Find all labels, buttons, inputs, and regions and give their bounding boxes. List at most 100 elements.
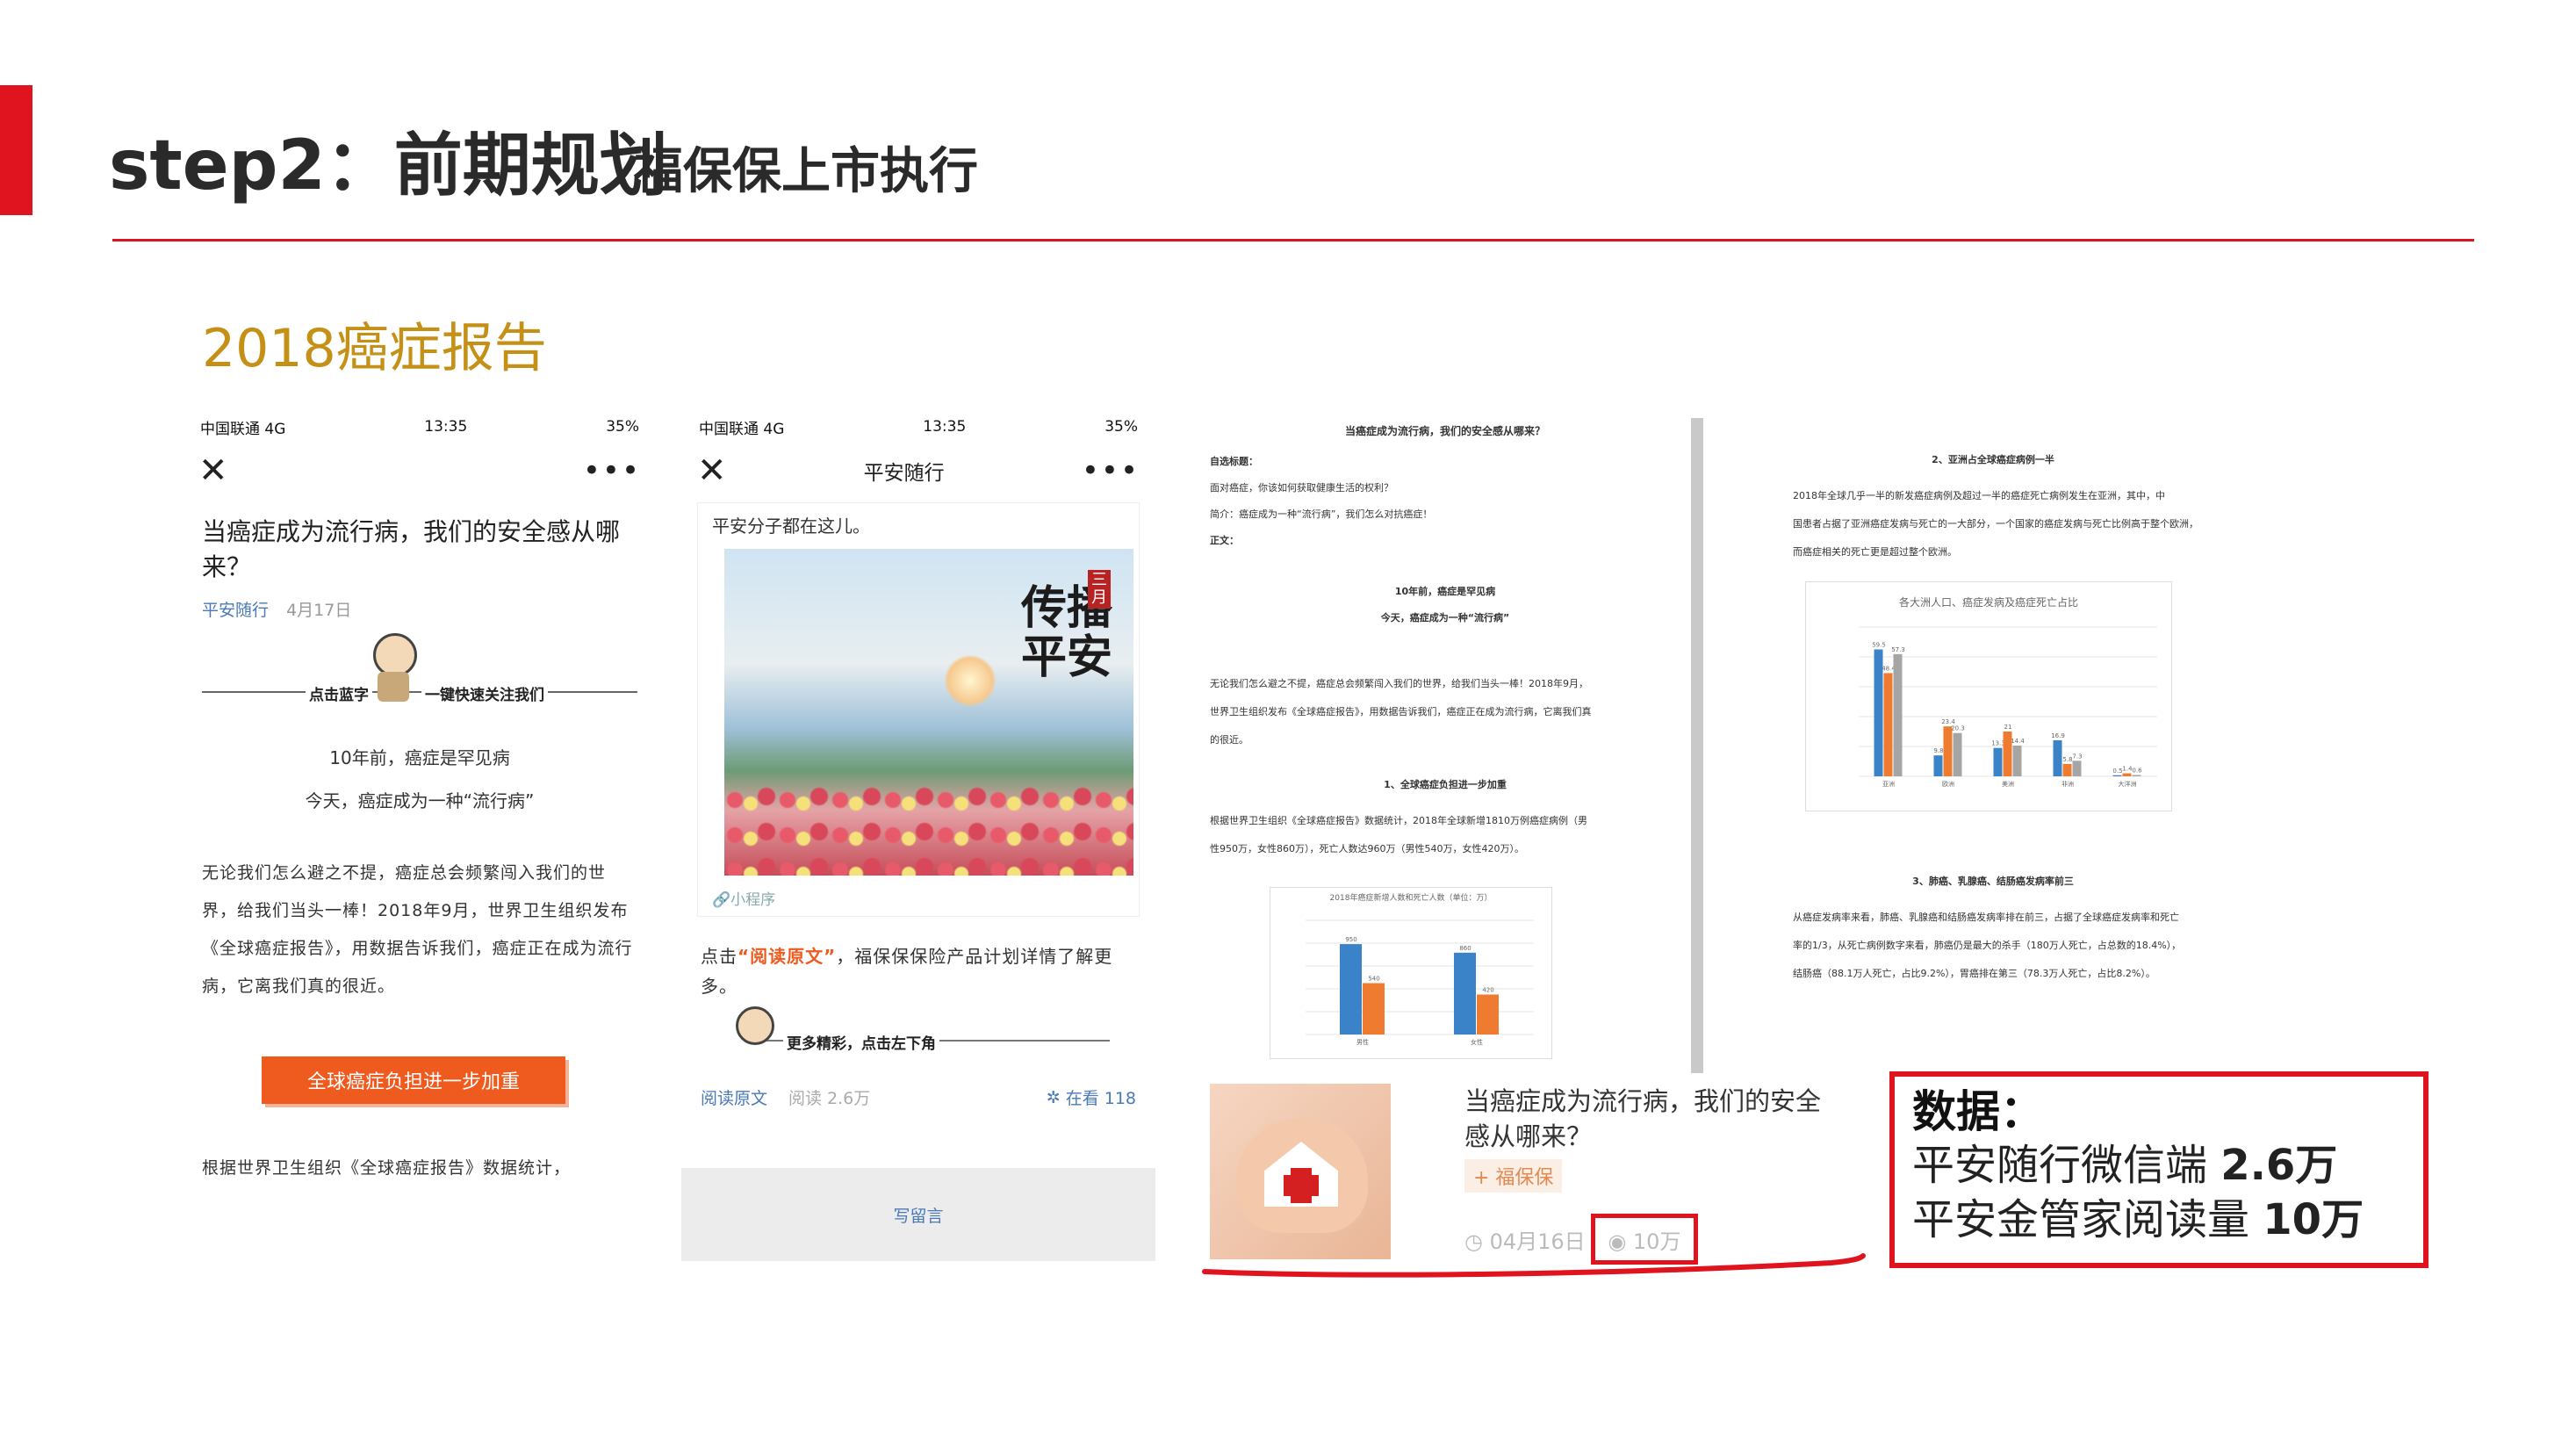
- doc-label: 简介：癌症成为一种“流行病”，我们怎么对抗癌症！: [1210, 508, 1433, 520]
- bar: [1933, 755, 1943, 776]
- doc-label: 正文：: [1210, 535, 1239, 546]
- mascot-avatar: [373, 633, 417, 677]
- bar: [2122, 773, 2132, 776]
- intro-line-2: 今天，癌症成为一种“流行病”: [305, 790, 535, 811]
- data-line-2-value: 10万: [2263, 1195, 2364, 1244]
- more-banner: 更多精彩，点击左下角: [701, 1006, 1136, 1068]
- nav-title: 平安随行: [863, 462, 945, 485]
- slide-subtitle: 福保保上市执行: [634, 143, 978, 200]
- bar: [2072, 761, 2082, 776]
- data-line-2: 平安金管家阅读量 10万: [1912, 1193, 2406, 1247]
- bar: [1943, 726, 1953, 776]
- painting-badge: 三月: [1088, 570, 1111, 609]
- status-bar: 中国联通 4G 13:35 35%: [681, 409, 1155, 444]
- header-divider: [112, 239, 2474, 242]
- doc-para-line: 从癌症发病率来看，肺癌、乳腺癌和结肠癌发病率排在前三，占据了全球癌症发病率和死亡: [1793, 912, 2179, 923]
- post-caption: 平安分子都在这儿。: [712, 515, 870, 537]
- doc-h2: 1、全球癌症负担进一步加重: [1384, 779, 1507, 790]
- nav-bar: ✕ •••: [183, 444, 657, 497]
- data-label: 20.3: [1951, 725, 1965, 732]
- follow-right-text: 一键快速关注我们: [421, 682, 548, 704]
- doc-para-line: 性950万，女性860万），死亡人数达960万（男性540万，女性420万）。: [1210, 843, 1524, 854]
- more-icon[interactable]: •••: [583, 453, 641, 488]
- close-icon[interactable]: ✕: [697, 451, 727, 491]
- more-icon[interactable]: •••: [1082, 453, 1140, 488]
- category-label: 男性: [1356, 1038, 1369, 1046]
- bar: [2012, 746, 2022, 776]
- data-label: 13.3: [1991, 740, 2005, 747]
- data-line-1-text: 平安随行微信端: [1912, 1141, 2221, 1190]
- watching-icon[interactable]: ✲: [1047, 1088, 1061, 1107]
- doc-para-line: 的很近。: [1210, 734, 1248, 746]
- doc-sub-1: 10年前，癌症是罕见病: [1394, 586, 1496, 597]
- bar: [2132, 775, 2141, 776]
- doc-chart-2: 各大洲人口、癌症发病及癌症死亡占比 59.5 48.4 57.3 亚洲 9.8 23.4 2…: [1805, 581, 2172, 811]
- comment-area[interactable]: 写留言: [681, 1168, 1155, 1261]
- data-label: 7.3: [2072, 753, 2082, 760]
- account-link[interactable]: 平安随行: [202, 601, 269, 620]
- publish-date: 4月17日: [286, 601, 352, 620]
- doc-para-line: 根据世界卫生组织《全球癌症报告》数据统计，2018年全球新增1810万例癌症病例…: [1210, 815, 1587, 826]
- close-icon[interactable]: ✕: [198, 451, 228, 491]
- doc-para-line: 率的1/3，从死亡病例数字来看，肺癌仍是最大的杀手（180万人死亡，占总数的18…: [1793, 940, 2182, 951]
- doc-paragraph: 2018年全球几乎一半的新发癌症病例及超过一半的癌症死亡病例发生在亚洲，其中，中…: [1793, 482, 2198, 566]
- card-tag[interactable]: + 福保保: [1464, 1159, 1563, 1193]
- battery-label: 35%: [1105, 418, 1138, 436]
- chart-2-svg: 59.548.457.3亚洲9.823.420.3欧洲13.32114.4美洲1…: [1859, 626, 2157, 788]
- article-paragraph: 无论我们怎么避之不提，癌症总会频繁闯入我们的世界，给我们当头一棒！2018年9月…: [202, 863, 633, 996]
- red-underline-stroke: [1202, 1253, 1866, 1278]
- data-label: 950: [1345, 936, 1356, 943]
- article-card[interactable]: 当癌症成为流行病，我们的安全感从哪来？ + 福保保 ◷ 04月16日 ◉ 10万: [1205, 1075, 1846, 1270]
- doc-paragraph-2: 根据世界卫生组织《全球癌症报告》数据统计，2018年全球新增1810万例癌症病例…: [1210, 807, 1680, 863]
- bar: [2062, 763, 2072, 776]
- bar: [1883, 673, 1893, 776]
- doc-para-line: 世界卫生组织发布《全球癌症报告》，用数据告诉我们，癌症正在成为流行病，它离我们真: [1210, 706, 1592, 717]
- card-title: 当癌症成为流行病，我们的安全感从哪来？: [1464, 1086, 1822, 1151]
- data-summary-box: 数据： 平安随行微信端 2.6万 平安金管家阅读量 10万: [1889, 1071, 2428, 1268]
- bar: [2112, 775, 2122, 776]
- follow-left-text: 点击蓝字: [306, 682, 372, 704]
- watercolor-painting: 传播平安 三月: [724, 549, 1133, 876]
- data-label: 420: [1482, 987, 1493, 994]
- article-bottom-text: 根据世界卫生组织《全球癌症报告》数据统计，: [202, 1158, 572, 1178]
- battery-label: 35%: [606, 418, 639, 436]
- category-label: 非洲: [2062, 780, 2074, 788]
- doc-label: 面对癌症，你该如何获取健康生活的权利？: [1210, 482, 1393, 494]
- doc-label: 自选标题：: [1210, 456, 1258, 467]
- data-line-1: 平安随行微信端 2.6万: [1912, 1138, 2406, 1193]
- category-label: 女性: [1471, 1038, 1483, 1046]
- data-label: 16.9: [2051, 732, 2065, 739]
- bar: [1477, 994, 1499, 1034]
- carrier-label: 中国联通 4G: [699, 420, 785, 438]
- bar: [1340, 944, 1362, 1034]
- category-label: 美洲: [2002, 780, 2014, 788]
- read-original-link[interactable]: “阅读原文”: [738, 946, 836, 967]
- category-label: 亚洲: [1882, 781, 1895, 788]
- data-label: 0.5: [2112, 768, 2122, 775]
- category-label: 欧洲: [1942, 780, 1954, 788]
- doc-h2: 3、肺癌、乳腺癌、结肠癌发病率前三: [1912, 876, 2074, 887]
- chart-title: 各大洲人口、癌症发病及癌症死亡占比: [1898, 596, 2078, 609]
- accent-bar: [0, 85, 32, 215]
- data-label: 57.3: [1891, 646, 1905, 653]
- cta-text: 点击“阅读原文”，福保保保险产品计划详情了解更多。: [701, 941, 1136, 1001]
- article-title: 当癌症成为流行病，我们的安全感从哪来？: [202, 517, 621, 581]
- mini-program-label[interactable]: 🔗小程序: [712, 887, 775, 909]
- follow-banner[interactable]: 点击蓝字 一键快速关注我们: [202, 633, 637, 721]
- post-footer: 阅读原文 阅读 2.6万 ✲ 在看 118: [701, 1085, 1136, 1109]
- doc-para-line: 2018年全球几乎一半的新发癌症病例及超过一半的癌症死亡病例发生在亚洲，其中，中: [1793, 490, 2165, 501]
- bar: [1363, 983, 1385, 1034]
- section-title: 2018癌症报告: [202, 318, 547, 379]
- document-page-2: 2、亚洲占全球癌症病例一半 2018年全球几乎一半的新发癌症病例及超过一半的癌症…: [1747, 413, 2239, 992]
- bar: [1993, 747, 2003, 776]
- read-original-button[interactable]: 阅读原文: [701, 1085, 767, 1109]
- data-label: 0.6: [2132, 768, 2142, 775]
- section-button[interactable]: 全球癌症负担进一步加重: [262, 1056, 565, 1104]
- post-card[interactable]: 平安分子都在这儿。 传播平安 三月 🔗小程序: [697, 502, 1140, 917]
- data-line-1-value: 2.6万: [2220, 1141, 2338, 1190]
- doc-chart-1: 2018年癌症新增人数和死亡人数（单位：万） 950 540 男性 860 420 女性: [1270, 887, 1552, 1059]
- carrier-label: 中国联通 4G: [200, 420, 286, 438]
- doc-heading: 当癌症成为流行病，我们的安全感从哪来？: [1344, 425, 1545, 437]
- data-label: 860: [1459, 945, 1471, 952]
- watching-count[interactable]: 在看 118: [1066, 1085, 1136, 1109]
